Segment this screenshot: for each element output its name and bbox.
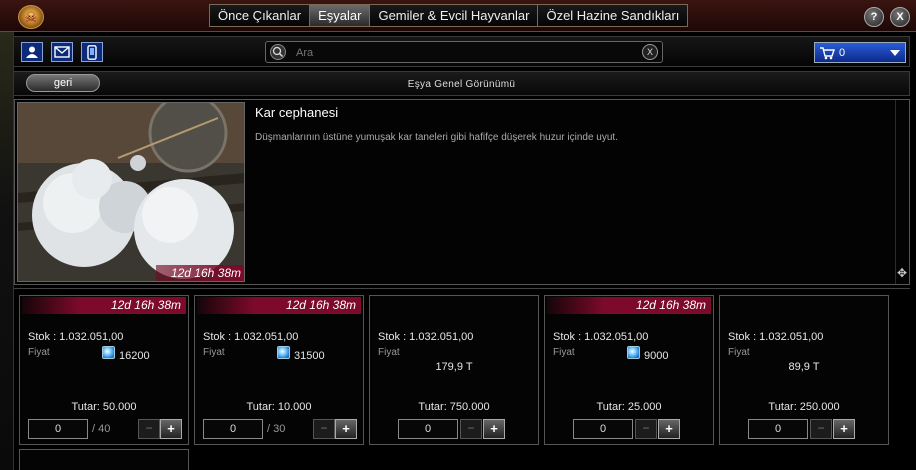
offer-list: 12d 16h 38m Stok : 1.032.051,00 Fiyat 16…: [14, 288, 910, 470]
cart-dropdown[interactable]: 0: [814, 42, 906, 63]
max-quantity: / 40: [92, 423, 111, 435]
increase-button[interactable]: +: [335, 419, 357, 439]
decrease-button[interactable]: −: [138, 419, 160, 439]
scrollbar[interactable]: ✥: [895, 100, 909, 284]
quantity-input[interactable]: [748, 419, 808, 439]
quantity-input[interactable]: [203, 419, 263, 439]
decrease-button[interactable]: −: [810, 419, 832, 439]
toolbar: X 0: [14, 36, 910, 67]
item-image: 12d 16h 38m: [17, 102, 245, 282]
total-text: Tutar: 50.000: [71, 401, 137, 413]
clear-search-icon[interactable]: X: [642, 44, 658, 60]
item-detail-panel: 12d 16h 38m Kar cephanesi Düşmanlarının …: [14, 99, 910, 285]
price-value: 89,9 T: [788, 361, 820, 373]
stock-text: Stok : 1.032.051,00: [378, 331, 474, 343]
left-decoration: [0, 32, 14, 470]
help-button[interactable]: ?: [864, 7, 884, 27]
stock-text: Stok : 1.032.051,00: [553, 331, 649, 343]
user-icon: [26, 46, 38, 58]
increase-button[interactable]: +: [160, 419, 182, 439]
offer-card: 12d 16h 38m Stok : 1.032.051,00 Fiyat 90…: [544, 295, 714, 445]
total-text: Tutar: 10.000: [246, 401, 312, 413]
total-text: Tutar: 250.000: [768, 401, 840, 413]
increase-button[interactable]: +: [483, 419, 505, 439]
item-description: Düşmanlarının üstüne yumuşak kar taneler…: [255, 132, 618, 143]
mail-button[interactable]: [51, 42, 73, 62]
quantity-input[interactable]: [398, 419, 458, 439]
item-timer: 12d 16h 38m: [156, 265, 244, 281]
max-quantity: / 30: [267, 423, 286, 435]
chevron-down-icon: [890, 50, 900, 56]
price-label: Fiyat: [203, 347, 225, 358]
tab-ships-pets[interactable]: Gemiler & Evcil Hayvanlar: [369, 4, 539, 27]
item-name: Kar cephanesi: [255, 105, 339, 120]
increase-button[interactable]: +: [833, 419, 855, 439]
snowball-picture: [18, 103, 244, 281]
search-box: X: [265, 41, 663, 63]
sub-bar: Eşya Genel Görünümü geri: [14, 71, 910, 96]
tab-treasure-chests[interactable]: Özel Hazine Sandıkları: [537, 4, 689, 27]
mobile-button[interactable]: [81, 42, 103, 62]
offer-card: Stok : 1.032.051,00 Fiyat 89,9 T Tutar: …: [719, 295, 889, 445]
stock-text: Stok : 1.032.051,00: [728, 331, 824, 343]
back-button[interactable]: geri: [26, 74, 100, 92]
search-input[interactable]: [296, 45, 626, 60]
offer-timer: 12d 16h 38m: [547, 297, 711, 314]
total-text: Tutar: 25.000: [596, 401, 662, 413]
price-value: 9000: [627, 345, 668, 362]
pirate-emblem-icon: ☠: [18, 5, 44, 29]
stock-text: Stok : 1.032.051,00: [203, 331, 299, 343]
decrease-button[interactable]: −: [460, 419, 482, 439]
price-label: Fiyat: [553, 347, 575, 358]
mail-icon: [54, 46, 70, 58]
gem-icon: [102, 345, 115, 359]
cart-count: 0: [839, 47, 846, 59]
offer-card: 12d 16h 38m Stok : 1.032.051,00 Fiyat 31…: [194, 295, 364, 445]
close-button[interactable]: X: [890, 7, 910, 27]
price-label: Fiyat: [728, 347, 750, 358]
move-icon[interactable]: ✥: [897, 266, 907, 280]
profile-button[interactable]: [21, 42, 43, 62]
offer-card: Stok : 1.032.051,00 Fiyat 179,9 T Tutar:…: [369, 295, 539, 445]
price-label: Fiyat: [28, 347, 50, 358]
decrease-button[interactable]: −: [635, 419, 657, 439]
offer-timer: 12d 16h 38m: [197, 297, 361, 314]
stock-text: Stok : 1.032.051,00: [28, 331, 124, 343]
phone-icon: [87, 44, 97, 60]
top-bar: ☠ Önce Çıkanlar Eşyalar Gemiler & Evcil …: [0, 0, 916, 32]
cart-icon: [820, 47, 835, 60]
quantity-input[interactable]: [573, 419, 633, 439]
category-tabs: Önce Çıkanlar Eşyalar Gemiler & Evcil Ha…: [209, 4, 689, 27]
decrease-button[interactable]: −: [313, 419, 335, 439]
page-title: Eşya Genel Görünümü: [407, 79, 516, 90]
price-label: Fiyat: [378, 347, 400, 358]
price-value: 179,9 T: [435, 361, 473, 373]
tab-items[interactable]: Eşyalar: [309, 4, 371, 27]
offer-card: 12d 16h 38m Stok : 1.032.051,00 Fiyat 16…: [19, 295, 189, 445]
quantity-input[interactable]: [28, 419, 88, 439]
gem-icon: [277, 345, 290, 359]
increase-button[interactable]: +: [658, 419, 680, 439]
price-value: 16200: [102, 345, 150, 362]
offer-card: [19, 449, 189, 470]
offer-timer: 12d 16h 38m: [22, 297, 186, 314]
price-value: 31500: [277, 345, 325, 362]
total-text: Tutar: 750.000: [418, 401, 490, 413]
tab-featured[interactable]: Önce Çıkanlar: [209, 4, 311, 27]
gem-icon: [627, 345, 640, 359]
search-icon[interactable]: [270, 44, 286, 60]
